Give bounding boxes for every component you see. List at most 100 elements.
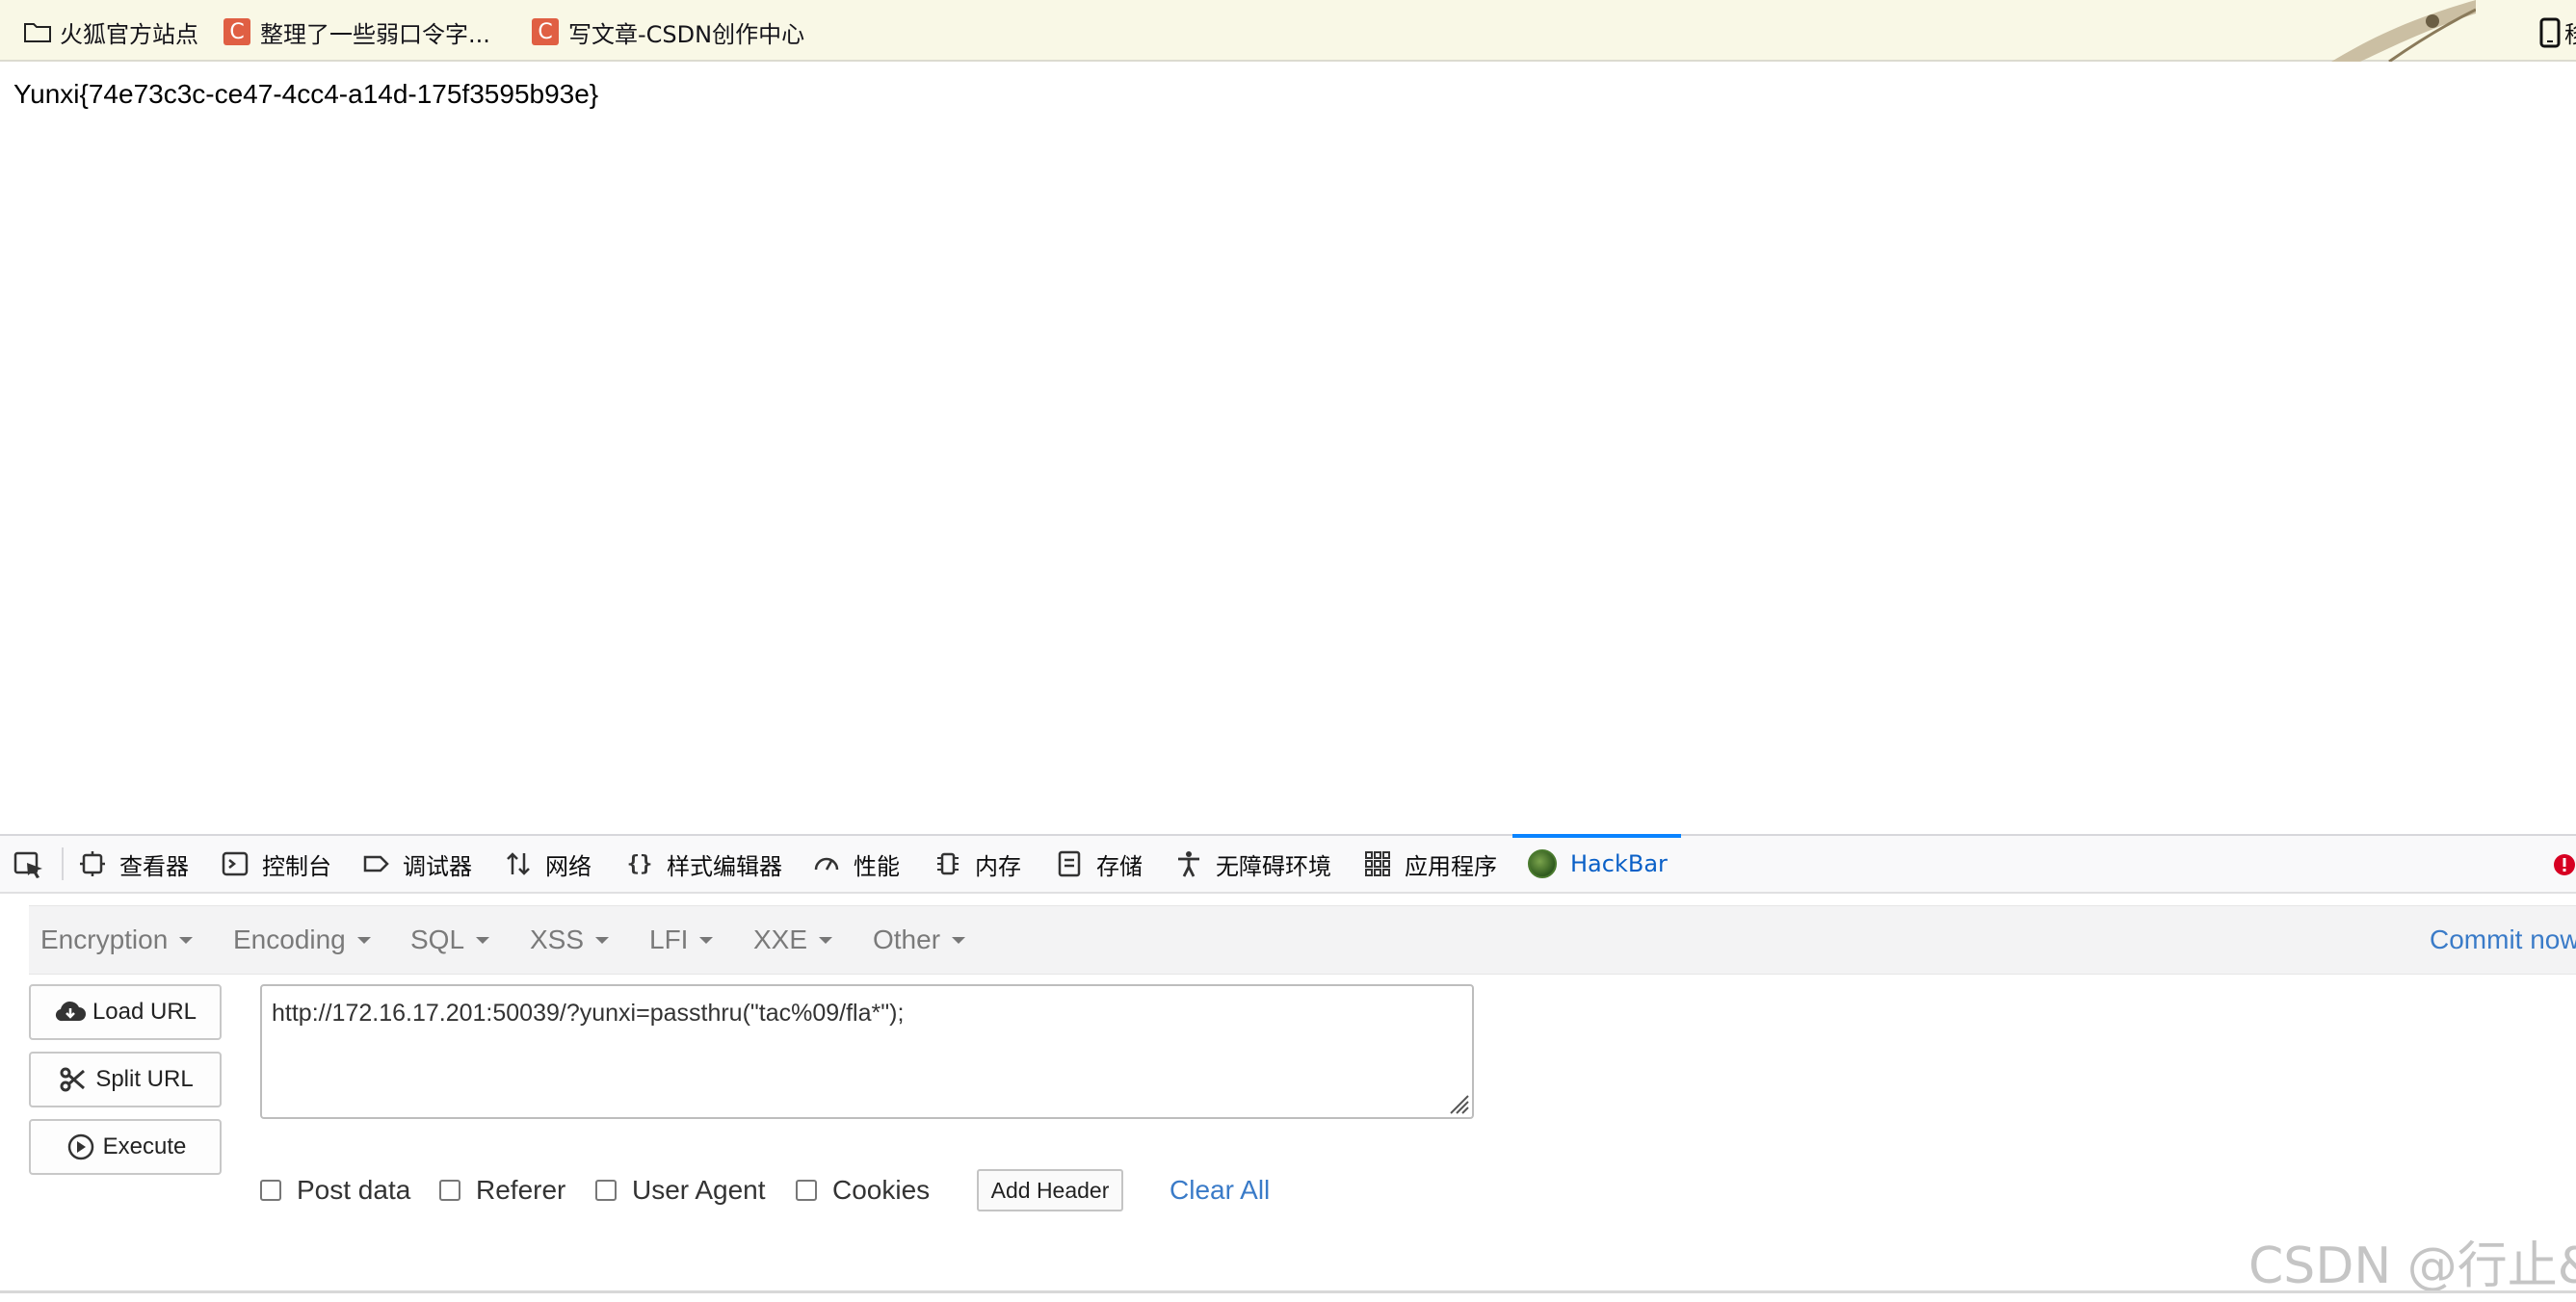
application-icon — [1365, 851, 1390, 876]
menu-xss[interactable]: XSS — [530, 906, 610, 974]
referer-checkbox[interactable] — [439, 1180, 460, 1201]
inspector-icon — [80, 851, 105, 876]
clear-all-link[interactable]: Clear All — [1170, 1171, 1270, 1210]
add-header-button[interactable]: Add Header — [977, 1169, 1123, 1211]
menu-label: XXE — [753, 924, 808, 954]
element-picker-icon[interactable] — [13, 851, 46, 880]
caret-down-icon — [952, 936, 966, 944]
devtools-toolbar: 查看器 控制台 调试器 网络 {} 样式编辑器 性能 内存 存储 无障碍环境 应… — [0, 834, 2576, 894]
tab-label: 存储 — [1096, 852, 1143, 880]
csdn-icon: C — [532, 18, 559, 45]
tab-label: HackBar — [1570, 850, 1668, 877]
accessibility-icon — [1178, 851, 1199, 877]
option-label: Post data — [297, 1175, 411, 1205]
bottom-divider — [0, 1290, 2576, 1293]
button-label: Load URL — [92, 999, 197, 1025]
button-label: Split URL — [95, 1066, 194, 1092]
menu-label: Other — [873, 924, 941, 954]
bookmarks-toolbar: 火狐官方站点 C 整理了一些弱口令字... C 写文章-CSDN创作中心 移 — [0, 0, 2576, 62]
play-circle-icon — [67, 1133, 93, 1160]
theme-decoration-image — [2331, 0, 2476, 62]
tab-style-editor[interactable]: {} 样式编辑器 — [626, 836, 782, 892]
scissors-icon — [60, 1067, 86, 1092]
menu-encoding[interactable]: Encoding — [233, 906, 371, 974]
post-data-option[interactable]: Post data — [260, 1173, 410, 1208]
csdn-watermark: CSDN @行止& — [2248, 1237, 2576, 1295]
tab-label: 内存 — [975, 852, 1021, 880]
menu-label: Encryption — [40, 924, 169, 954]
caret-down-icon — [595, 936, 610, 944]
post-data-checkbox[interactable] — [260, 1180, 281, 1201]
referer-option[interactable]: Referer — [439, 1173, 565, 1208]
tab-console[interactable]: 控制台 — [222, 836, 331, 892]
toolbar-divider — [62, 847, 64, 880]
svg-text:{}: {} — [627, 852, 653, 876]
user-agent-option[interactable]: User Agent — [595, 1173, 766, 1208]
menu-sql[interactable]: SQL — [410, 906, 490, 974]
hackbar-menubar: Encryption Encoding SQL XSS LFI XXE Othe… — [29, 905, 2576, 975]
tab-label: 应用程序 — [1405, 852, 1497, 880]
bookmark-csdn-write[interactable]: C 写文章-CSDN创作中心 — [532, 15, 804, 48]
mobile-bookmarks-icon[interactable] — [2539, 17, 2561, 48]
caret-down-icon — [476, 936, 490, 944]
tab-label: 样式编辑器 — [667, 852, 782, 880]
tab-hackbar[interactable]: HackBar — [1512, 834, 1681, 892]
tab-storage[interactable]: 存储 — [1056, 836, 1143, 892]
cookies-checkbox[interactable] — [796, 1180, 817, 1201]
caret-down-icon — [699, 936, 714, 944]
menu-xxe[interactable]: XXE — [753, 906, 833, 974]
option-label: User Agent — [632, 1175, 766, 1205]
tab-label: 无障碍环境 — [1216, 852, 1331, 880]
tab-inspector[interactable]: 查看器 — [79, 836, 189, 892]
mobile-bookmarks-label[interactable]: 移 — [2564, 15, 2576, 49]
resize-grip-icon[interactable] — [1443, 1088, 1470, 1115]
split-url-button[interactable]: Split URL — [29, 1052, 222, 1107]
load-url-button[interactable]: Load URL — [29, 984, 222, 1040]
button-label: Execute — [102, 1133, 187, 1159]
tab-debugger[interactable]: 调试器 — [362, 836, 472, 892]
hackbar-logo-icon — [1528, 849, 1557, 878]
folder-icon — [24, 23, 51, 42]
user-agent-checkbox[interactable] — [595, 1180, 617, 1201]
bookmark-label: 火狐官方站点 — [60, 20, 198, 48]
menu-encryption[interactable]: Encryption — [40, 906, 194, 974]
url-value: http://172.16.17.201:50039/?yunxi=passth… — [272, 1000, 905, 1027]
cookies-option[interactable]: Cookies — [796, 1173, 930, 1208]
commit-now-link[interactable]: Commit now — [2430, 906, 2576, 974]
cloud-download-icon — [55, 1001, 86, 1022]
tab-application[interactable]: 应用程序 — [1364, 836, 1497, 892]
tab-accessibility[interactable]: 无障碍环境 — [1175, 836, 1331, 892]
tab-performance[interactable]: 性能 — [813, 836, 900, 892]
network-icon — [507, 852, 530, 875]
debugger-icon — [363, 855, 389, 872]
devtools-panel: 查看器 控制台 调试器 网络 {} 样式编辑器 性能 内存 存储 无障碍环境 应… — [0, 834, 2576, 1302]
tab-label: 网络 — [545, 852, 591, 880]
url-textarea[interactable]: http://172.16.17.201:50039/?yunxi=passth… — [260, 984, 1474, 1119]
bookmark-label: 整理了一些弱口令字... — [260, 20, 490, 48]
memory-icon — [937, 852, 959, 875]
option-label: Referer — [476, 1175, 566, 1205]
caret-down-icon — [819, 936, 833, 944]
page-output-text: Yunxi{74e73c3c-ce47-4cc4-a14d-175f3595b9… — [13, 79, 599, 109]
caret-down-icon — [356, 936, 371, 944]
bookmark-weak-passwords[interactable]: C 整理了一些弱口令字... — [223, 15, 490, 48]
menu-label: SQL — [410, 924, 465, 954]
tab-label: 查看器 — [119, 852, 189, 880]
menu-label: Encoding — [233, 924, 346, 954]
tab-network[interactable]: 网络 — [505, 836, 591, 892]
error-indicator-icon[interactable] — [2553, 853, 2576, 876]
csdn-icon: C — [223, 18, 250, 45]
bookmark-label: 写文章-CSDN创作中心 — [568, 20, 805, 48]
style-editor-icon: {} — [627, 852, 653, 876]
menu-label: LFI — [649, 924, 689, 954]
menu-label: XSS — [530, 924, 585, 954]
menu-lfi[interactable]: LFI — [649, 906, 714, 974]
tab-label: 控制台 — [262, 852, 331, 880]
tab-label: 调试器 — [403, 852, 472, 880]
tab-memory[interactable]: 内存 — [934, 836, 1021, 892]
menu-other[interactable]: Other — [873, 906, 966, 974]
execute-button[interactable]: Execute — [29, 1119, 222, 1175]
bookmark-firefox-official[interactable]: 火狐官方站点 — [23, 15, 198, 48]
console-icon — [222, 851, 249, 876]
option-label: Cookies — [832, 1175, 931, 1205]
